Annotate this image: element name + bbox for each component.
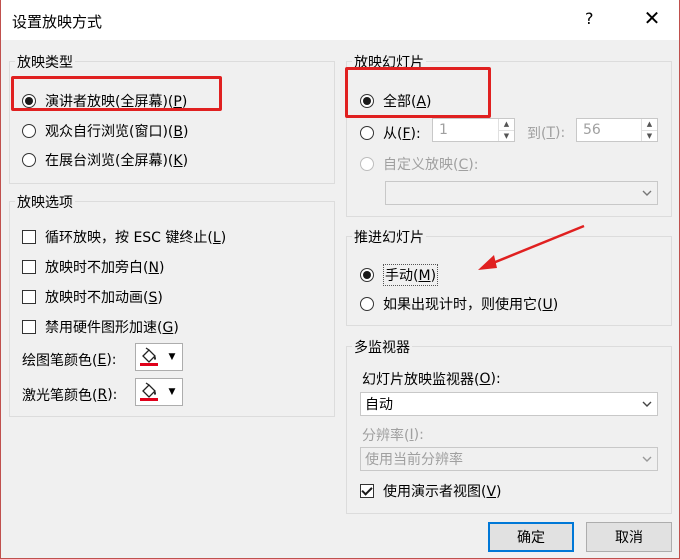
annotation-box-show-type bbox=[11, 76, 222, 111]
show-options-legend: 放映选项 bbox=[15, 192, 75, 212]
paint-bucket-icon bbox=[136, 344, 162, 370]
spin-down-icon[interactable]: ▼ bbox=[499, 129, 514, 142]
check-disable-hw-accel-label: 禁用硬件图形加速(G) bbox=[45, 320, 179, 336]
radio-from[interactable]: 从(F): bbox=[360, 123, 421, 143]
to-label: 到(T): bbox=[527, 125, 566, 142]
help-button[interactable]: ? bbox=[585, 9, 594, 28]
chevron-down-icon bbox=[637, 182, 657, 204]
pen-color-picker[interactable]: ▼ bbox=[135, 343, 183, 371]
check-no-narration-box[interactable] bbox=[22, 260, 36, 274]
monitor-label: 幻灯片放映监视器(O): bbox=[362, 371, 501, 388]
advance-legend: 推进幻灯片 bbox=[352, 227, 426, 247]
radio-manual[interactable]: 手动(M) bbox=[360, 264, 439, 286]
radio-custom-show[interactable]: 自定义放映(C): bbox=[360, 154, 478, 174]
radio-manual-indicator[interactable] bbox=[360, 268, 374, 282]
from-slide-value: 1 bbox=[439, 122, 448, 138]
check-presenter-view[interactable]: 使用演示者视图(V) bbox=[360, 481, 502, 501]
chevron-down-icon: ▼ bbox=[168, 352, 176, 362]
check-disable-hw-accel[interactable]: 禁用硬件图形加速(G) bbox=[22, 317, 179, 337]
pen-color-swatch bbox=[140, 363, 158, 366]
pen-color-label: 绘图笔颜色(E): bbox=[22, 352, 117, 369]
resolution-label: 分辨率(I): bbox=[362, 427, 424, 444]
spin-up-icon[interactable]: ▲ bbox=[499, 119, 514, 130]
radio-use-timings-label: 如果出现计时，则使用它(U) bbox=[383, 297, 559, 313]
monitor-select[interactable]: 自动 bbox=[360, 392, 658, 416]
chevron-down-icon bbox=[637, 448, 657, 470]
resolution-value: 使用当前分辨率 bbox=[365, 452, 463, 468]
laser-color-label: 激光笔颜色(R): bbox=[22, 387, 118, 404]
check-loop-label: 循环放映，按 ESC 键终止(L) bbox=[45, 230, 227, 246]
monitors-legend: 多监视器 bbox=[352, 337, 412, 357]
radio-audience-indicator[interactable] bbox=[22, 124, 36, 138]
close-button[interactable]: ✕ bbox=[640, 6, 664, 30]
radio-use-timings[interactable]: 如果出现计时，则使用它(U) bbox=[360, 294, 558, 314]
monitor-value: 自动 bbox=[365, 397, 393, 413]
spin-down-icon[interactable]: ▼ bbox=[642, 129, 657, 142]
radio-kiosk[interactable]: 在展台浏览(全屏幕)(K) bbox=[22, 150, 188, 170]
spin-up-icon[interactable]: ▲ bbox=[642, 119, 657, 130]
laser-color-swatch bbox=[140, 398, 158, 401]
paint-bucket-icon bbox=[136, 379, 162, 405]
check-loop[interactable]: 循环放映，按 ESC 键终止(L) bbox=[22, 227, 226, 247]
check-no-animation[interactable]: 放映时不加动画(S) bbox=[22, 287, 163, 307]
radio-manual-label: 手动(M) bbox=[383, 264, 439, 286]
title-bar: 设置放映方式 ? ✕ bbox=[0, 0, 680, 40]
check-presenter-view-label: 使用演示者视图(V) bbox=[383, 484, 502, 500]
radio-kiosk-indicator[interactable] bbox=[22, 153, 36, 167]
annotation-box-all-slides bbox=[345, 67, 491, 118]
check-disable-hw-accel-box[interactable] bbox=[22, 320, 36, 334]
ok-button[interactable]: 确定 bbox=[488, 522, 574, 552]
show-type-legend: 放映类型 bbox=[15, 52, 75, 72]
radio-kiosk-label: 在展台浏览(全屏幕)(K) bbox=[45, 153, 189, 169]
annotation-arrow bbox=[478, 224, 585, 270]
laser-color-picker[interactable]: ▼ bbox=[135, 378, 183, 406]
to-slide-value: 56 bbox=[583, 122, 601, 138]
radio-from-indicator[interactable] bbox=[360, 126, 374, 140]
chevron-down-icon bbox=[637, 393, 657, 415]
check-loop-box[interactable] bbox=[22, 230, 36, 244]
resolution-select[interactable]: 使用当前分辨率 bbox=[360, 447, 658, 471]
chevron-down-icon: ▼ bbox=[168, 387, 176, 397]
from-slide-spinner[interactable]: 1 ▲ ▼ bbox=[432, 118, 515, 142]
radio-use-timings-indicator[interactable] bbox=[360, 297, 374, 311]
window-border-left bbox=[0, 0, 1, 559]
check-presenter-view-box[interactable] bbox=[360, 484, 374, 498]
to-slide-spinner[interactable]: 56 ▲ ▼ bbox=[576, 118, 658, 142]
cancel-button[interactable]: 取消 bbox=[586, 522, 672, 552]
radio-custom-show-label: 自定义放映(C): bbox=[383, 157, 479, 173]
check-no-narration[interactable]: 放映时不加旁白(N) bbox=[22, 257, 164, 277]
radio-audience-label: 观众自行浏览(窗口)(B) bbox=[45, 124, 189, 140]
check-no-narration-label: 放映时不加旁白(N) bbox=[45, 260, 165, 276]
custom-show-select[interactable] bbox=[385, 181, 658, 205]
dialog-title: 设置放映方式 bbox=[12, 13, 103, 31]
radio-custom-show-indicator[interactable] bbox=[360, 157, 374, 171]
radio-from-label: 从(F): bbox=[383, 126, 421, 142]
radio-audience[interactable]: 观众自行浏览(窗口)(B) bbox=[22, 121, 188, 141]
check-no-animation-label: 放映时不加动画(S) bbox=[45, 290, 163, 306]
check-no-animation-box[interactable] bbox=[22, 290, 36, 304]
